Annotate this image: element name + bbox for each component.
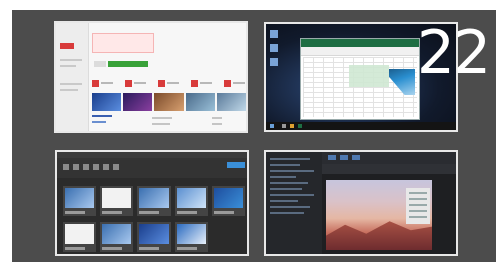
toolbar — [57, 158, 247, 178]
gallery-card — [137, 186, 171, 216]
ruler — [322, 164, 456, 174]
excel-icon — [298, 124, 302, 128]
window-thumbnail-3[interactable] — [55, 150, 249, 256]
new-button — [60, 43, 74, 49]
toolbar-icon — [113, 164, 119, 170]
app-icon — [191, 79, 213, 87]
taskbar-icon — [282, 124, 286, 128]
gallery-card — [137, 222, 171, 252]
gallery-row — [63, 222, 245, 252]
desktop-icon — [270, 44, 278, 52]
toolbar-icon — [328, 155, 336, 160]
toolbar-icon — [63, 164, 69, 170]
selected-range — [349, 65, 389, 87]
window-thumbnail-4[interactable] — [264, 150, 458, 256]
sidebar — [56, 23, 89, 131]
header-card — [92, 33, 154, 53]
thumbnail — [185, 93, 215, 111]
icon-row — [92, 79, 246, 89]
taskbar — [266, 122, 456, 130]
sidebar-line — [60, 65, 76, 67]
toolbar-icon — [103, 164, 109, 170]
ribbon — [301, 47, 419, 56]
window-thumbnail-1[interactable] — [54, 21, 248, 133]
app-icon — [92, 79, 114, 87]
gallery-card — [211, 186, 246, 216]
toolbar-icon — [73, 164, 79, 170]
panel-left — [266, 152, 322, 254]
import-button — [227, 162, 245, 168]
toolbar-icon — [83, 164, 89, 170]
wallpaper-thumbnails — [92, 93, 246, 111]
content-lines — [92, 115, 246, 131]
desktop-icon — [270, 58, 278, 66]
floating-panel — [406, 188, 430, 224]
sidebar-line — [60, 89, 78, 91]
gallery-card — [174, 186, 208, 216]
window-thumbnail-2[interactable] — [264, 22, 458, 132]
title-bar — [301, 39, 419, 47]
action-button — [108, 61, 148, 67]
app-icon — [224, 79, 246, 87]
app-icon — [125, 79, 147, 87]
start-icon — [270, 124, 274, 128]
thumbnail — [123, 93, 153, 111]
app-icon — [158, 79, 180, 87]
thumbnail — [92, 93, 122, 111]
taskbar-icon — [290, 124, 294, 128]
desktop-icon — [270, 30, 278, 38]
spreadsheet-window — [300, 38, 420, 120]
gallery-card — [212, 222, 245, 252]
gallery-card — [174, 222, 208, 252]
toolbar-icon — [340, 155, 348, 160]
text-field — [94, 61, 106, 67]
gallery-card — [63, 222, 97, 252]
toolbar-icon — [93, 164, 99, 170]
sidebar-line — [60, 59, 82, 61]
gallery-card — [100, 222, 134, 252]
gallery-row — [63, 186, 246, 216]
app-toolbar — [322, 152, 456, 164]
sidebar-line — [60, 83, 82, 85]
gallery-card — [100, 186, 134, 216]
thumbnail — [154, 93, 184, 111]
gallery-card — [63, 186, 97, 216]
thumbnail — [216, 93, 246, 111]
toolbar-icon — [352, 155, 360, 160]
